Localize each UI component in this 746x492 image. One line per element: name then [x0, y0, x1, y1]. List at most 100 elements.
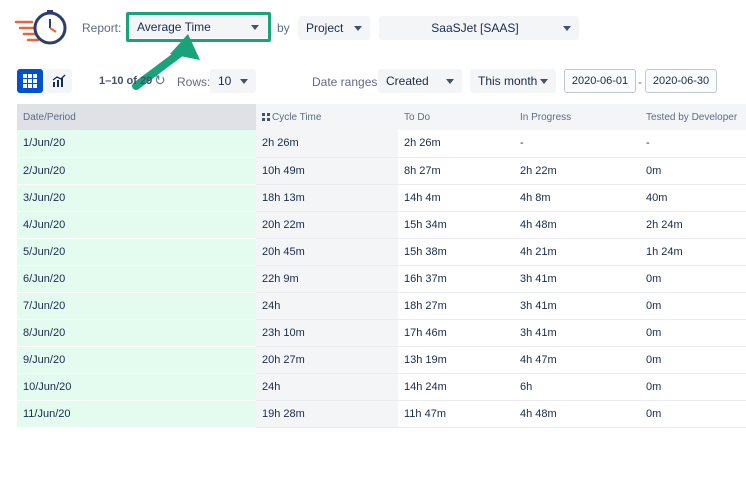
column-header-cycle-time[interactable]: Cycle Time — [256, 104, 398, 130]
table-row: 9/Jun/20 20h 27m 13h 19m 4h 47m 0m — [17, 346, 746, 374]
grid-icon — [23, 74, 37, 88]
cell-tested-by-developer: 0m — [640, 157, 746, 185]
report-select[interactable]: Average Time — [129, 16, 267, 38]
chevron-down-icon — [354, 25, 362, 31]
cell-to-do: 14h 24m — [398, 373, 514, 401]
cell-cycle-time: 24h — [256, 292, 398, 320]
cell-cycle-time: 20h 22m — [256, 211, 398, 239]
table-row: 2/Jun/20 10h 49m 8h 27m 2h 22m 0m — [17, 157, 746, 185]
cell-tested-by-developer: 0m — [640, 265, 746, 293]
grid-icon — [262, 112, 270, 121]
cell-date: 1/Jun/20 — [17, 130, 256, 158]
cell-cycle-time: 10h 49m — [256, 157, 398, 185]
report-select-value: Average Time — [137, 20, 211, 34]
grid-view-button[interactable] — [17, 69, 43, 93]
cell-to-do: 8h 27m — [398, 157, 514, 185]
table-row: 11/Jun/20 19h 28m 11h 47m 4h 48m 0m — [17, 400, 746, 428]
period-select[interactable]: This month — [470, 69, 556, 93]
chart-icon — [52, 74, 66, 87]
paging-indicator: 1–10 of 29 — [99, 75, 153, 87]
cell-to-do: 13h 19m — [398, 346, 514, 374]
app-logo-icon — [14, 10, 67, 45]
table-row: 7/Jun/20 24h 18h 27m 3h 41m 0m — [17, 292, 746, 320]
cell-in-progress: 4h 47m — [514, 346, 640, 374]
cell-in-progress: 2h 22m — [514, 157, 640, 185]
project-select-value: SaaSJet [SAAS] — [431, 21, 519, 35]
cell-date: 11/Jun/20 — [17, 400, 256, 428]
cell-tested-by-developer: 2h 24m — [640, 211, 746, 239]
column-header-tested-by-developer[interactable]: Tested by Developer — [640, 104, 746, 130]
cell-to-do: 11h 47m — [398, 400, 514, 428]
table-row: 3/Jun/20 18h 13m 14h 4m 4h 8m 40m — [17, 184, 746, 212]
cell-tested-by-developer: 0m — [640, 319, 746, 347]
cell-tested-by-developer: 0m — [640, 373, 746, 401]
table-row: 1/Jun/20 2h 26m 2h 26m - - — [17, 130, 746, 158]
table-row: 5/Jun/20 20h 45m 15h 38m 4h 21m 1h 24m — [17, 238, 746, 266]
by-label: by — [277, 21, 290, 35]
cell-in-progress: - — [514, 130, 640, 158]
date-field-value: Created — [386, 74, 429, 88]
period-value: This month — [478, 74, 538, 88]
cell-to-do: 15h 34m — [398, 211, 514, 239]
cell-date: 3/Jun/20 — [17, 184, 256, 212]
column-header-to-do[interactable]: To Do — [398, 104, 514, 130]
cell-date: 4/Jun/20 — [17, 211, 256, 239]
column-header-date[interactable]: Date/Period — [17, 104, 256, 130]
cell-cycle-time: 23h 10m — [256, 319, 398, 347]
rows-label: Rows: — [177, 75, 211, 89]
cell-tested-by-developer: 0m — [640, 400, 746, 428]
group-by-select[interactable]: Project — [298, 16, 370, 40]
cell-in-progress: 4h 48m — [514, 211, 640, 239]
cell-tested-by-developer: 1h 24m — [640, 238, 746, 266]
chevron-down-icon — [540, 78, 548, 84]
cell-tested-by-developer: 0m — [640, 346, 746, 374]
cell-to-do: 2h 26m — [398, 130, 514, 158]
cell-cycle-time: 19h 28m — [256, 400, 398, 428]
column-header-in-progress[interactable]: In Progress — [514, 104, 640, 130]
cell-in-progress: 6h — [514, 373, 640, 401]
table-row: 6/Jun/20 22h 9m 16h 37m 3h 41m 0m — [17, 265, 746, 293]
rows-select-value: 10 — [218, 74, 232, 88]
cell-cycle-time: 20h 45m — [256, 238, 398, 266]
cell-to-do: 15h 38m — [398, 238, 514, 266]
column-header-cycle-time-label: Cycle Time — [272, 111, 322, 123]
chevron-down-icon — [563, 25, 571, 31]
cell-date: 2/Jun/20 — [17, 157, 256, 185]
table-row: 8/Jun/20 23h 10m 17h 46m 3h 41m 0m — [17, 319, 746, 347]
cell-to-do: 18h 27m — [398, 292, 514, 320]
cell-date: 6/Jun/20 — [17, 265, 256, 293]
cell-date: 10/Jun/20 — [17, 373, 256, 401]
cell-cycle-time: 18h 13m — [256, 184, 398, 212]
cell-to-do: 16h 37m — [398, 265, 514, 293]
cell-date: 7/Jun/20 — [17, 292, 256, 320]
cell-in-progress: 4h 21m — [514, 238, 640, 266]
date-field-select[interactable]: Created — [378, 69, 462, 93]
date-ranges-label: Date ranges: — [312, 75, 381, 89]
report-table: Date/Period Cycle Time To Do In Progress… — [17, 104, 746, 428]
cell-to-do: 14h 4m — [398, 184, 514, 212]
cell-in-progress: 3h 41m — [514, 292, 640, 320]
cell-date: 9/Jun/20 — [17, 346, 256, 374]
cell-date: 5/Jun/20 — [17, 238, 256, 266]
date-from-input[interactable]: 2020-06-01 — [564, 69, 636, 93]
chevron-down-icon — [240, 78, 248, 84]
date-to-input[interactable]: 2020-06-30 — [645, 69, 717, 93]
project-select[interactable]: SaaSJet [SAAS] — [379, 16, 579, 40]
refresh-icon[interactable]: ↻ — [154, 72, 166, 89]
date-separator: - — [638, 75, 642, 89]
cell-cycle-time: 2h 26m — [256, 130, 398, 158]
table-row: 10/Jun/20 24h 14h 24m 6h 0m — [17, 373, 746, 401]
chevron-down-icon — [251, 24, 259, 30]
cell-tested-by-developer: - — [640, 130, 746, 158]
cell-in-progress: 3h 41m — [514, 265, 640, 293]
cell-to-do: 17h 46m — [398, 319, 514, 347]
cell-in-progress: 4h 8m — [514, 184, 640, 212]
rows-select[interactable]: 10 — [210, 69, 256, 93]
chart-view-button[interactable] — [46, 69, 72, 93]
cell-cycle-time: 24h — [256, 373, 398, 401]
cell-cycle-time: 20h 27m — [256, 346, 398, 374]
chevron-down-icon — [446, 78, 454, 84]
table-row: 4/Jun/20 20h 22m 15h 34m 4h 48m 2h 24m — [17, 211, 746, 239]
cell-in-progress: 3h 41m — [514, 319, 640, 347]
cell-cycle-time: 22h 9m — [256, 265, 398, 293]
